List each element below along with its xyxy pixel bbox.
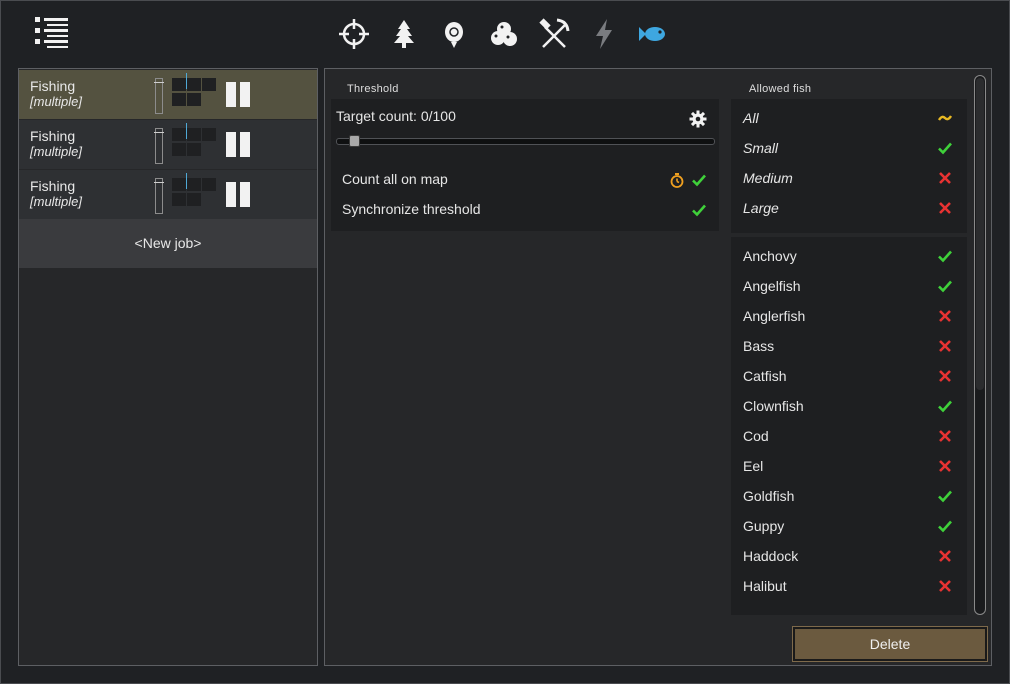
cross-icon[interactable] xyxy=(937,548,953,564)
fish-category-label: All xyxy=(743,110,759,126)
target-count-slider-handle[interactable] xyxy=(349,135,360,147)
fish-category-row[interactable]: Large xyxy=(743,198,959,228)
fish-label: Bass xyxy=(743,338,775,354)
count-all-checkbox[interactable] xyxy=(691,172,707,188)
partial-icon[interactable] xyxy=(937,110,953,126)
synchronize-threshold-checkbox[interactable] xyxy=(691,202,707,218)
fish-label: Haddock xyxy=(743,548,799,564)
delete-button[interactable]: Delete xyxy=(792,626,988,662)
job-list-panel: Fishing [multiple] Fishing [multiple] Fi… xyxy=(18,68,318,666)
fish-category-label: Large xyxy=(743,200,779,216)
tree-icon[interactable] xyxy=(386,14,422,54)
job-title: Fishing xyxy=(30,178,76,194)
check-icon[interactable] xyxy=(937,398,953,414)
fish-label: Guppy xyxy=(743,518,785,534)
job-subtitle: [multiple] xyxy=(30,94,83,109)
target-count-slider[interactable] xyxy=(336,138,715,145)
fish-label: Catfish xyxy=(743,368,787,384)
pickaxe-hammer-icon[interactable] xyxy=(536,14,572,54)
crosshair-icon[interactable] xyxy=(336,14,372,54)
fish-category-row[interactable]: All xyxy=(743,108,959,138)
fish-list-scrollbar[interactable] xyxy=(974,75,986,615)
job-detail-panel: Threshold Allowed fish Target count: 0/1… xyxy=(324,68,992,666)
fish-label: Halibut xyxy=(743,578,787,594)
fish-row[interactable]: Halibut xyxy=(743,576,959,606)
fish-row[interactable]: Anglerfish xyxy=(743,306,959,336)
job-title: Fishing xyxy=(30,128,76,144)
stopwatch-icon[interactable] xyxy=(669,172,685,188)
seed-icon[interactable] xyxy=(436,14,472,54)
job-status-grid xyxy=(172,123,218,158)
threshold-heading: Threshold xyxy=(347,83,399,95)
cross-icon[interactable] xyxy=(937,170,953,186)
cross-icon[interactable] xyxy=(937,308,953,324)
job-list-icon[interactable] xyxy=(34,16,70,52)
fish-category-row[interactable]: Medium xyxy=(743,168,959,198)
job-row[interactable]: Fishing [multiple] xyxy=(19,170,317,219)
job-status-grid xyxy=(172,73,218,108)
pause-button[interactable] xyxy=(226,132,250,157)
cross-icon[interactable] xyxy=(937,200,953,216)
cross-icon[interactable] xyxy=(937,368,953,384)
fish-category-label: Small xyxy=(743,140,779,156)
job-row[interactable]: Fishing [multiple] xyxy=(19,120,317,169)
fish-row[interactable]: Eel xyxy=(743,456,959,486)
fish-row[interactable]: Anchovy xyxy=(743,246,959,276)
count-all-on-map-label: Count all on map xyxy=(342,171,448,187)
job-subtitle: [multiple] xyxy=(30,194,83,209)
cross-icon[interactable] xyxy=(937,578,953,594)
cross-icon[interactable] xyxy=(937,338,953,354)
allowed-fish-heading: Allowed fish xyxy=(749,83,812,95)
lightning-icon[interactable] xyxy=(586,14,622,54)
job-status-grid xyxy=(172,173,218,208)
category-tabs xyxy=(336,14,672,54)
job-title: Fishing xyxy=(30,78,76,94)
threshold-box: Target count: 0/100 Count all on map Syn xyxy=(331,99,719,231)
check-icon[interactable] xyxy=(937,278,953,294)
fish-label: Goldfish xyxy=(743,488,795,504)
fish-category-list: All Small Medium Large xyxy=(731,99,967,233)
target-count-label: Target count: 0/100 xyxy=(336,108,456,124)
fish-species-list: Anchovy Angelfish Anglerfish Bass Catfish Clo… xyxy=(731,237,967,615)
fish-row[interactable]: Guppy xyxy=(743,516,959,546)
fish-row[interactable]: Clownfish xyxy=(743,396,959,426)
fish-label: Cod xyxy=(743,428,769,444)
fish-row[interactable]: Bass xyxy=(743,336,959,366)
check-icon[interactable] xyxy=(937,140,953,156)
synchronize-threshold-label: Synchronize threshold xyxy=(342,201,481,217)
job-row[interactable]: Fishing [multiple] xyxy=(19,70,317,119)
berries-icon[interactable] xyxy=(486,14,522,54)
fish-row[interactable]: Angelfish xyxy=(743,276,959,306)
pause-button[interactable] xyxy=(226,182,250,207)
fish-row[interactable]: Goldfish xyxy=(743,486,959,516)
check-icon[interactable] xyxy=(937,248,953,264)
pause-button[interactable] xyxy=(226,82,250,107)
fish-category-label: Medium xyxy=(743,170,793,186)
fish-category-row[interactable]: Small xyxy=(743,138,959,168)
check-icon[interactable] xyxy=(937,518,953,534)
fish-label: Clownfish xyxy=(743,398,804,414)
job-subtitle: [multiple] xyxy=(30,144,83,159)
check-icon[interactable] xyxy=(937,488,953,504)
cross-icon[interactable] xyxy=(937,458,953,474)
job-priority-slider[interactable] xyxy=(154,78,164,114)
fish-label: Anchovy xyxy=(743,248,797,264)
scrollbar-thumb[interactable] xyxy=(976,78,984,390)
fish-row[interactable]: Cod xyxy=(743,426,959,456)
cross-icon[interactable] xyxy=(937,428,953,444)
fish-icon[interactable] xyxy=(636,14,672,54)
job-priority-slider[interactable] xyxy=(154,128,164,164)
fish-label: Angelfish xyxy=(743,278,801,294)
fish-label: Anglerfish xyxy=(743,308,806,324)
new-job-button[interactable]: <New job> xyxy=(19,219,317,268)
fish-row[interactable]: Haddock xyxy=(743,546,959,576)
fish-label: Eel xyxy=(743,458,764,474)
job-priority-slider[interactable] xyxy=(154,178,164,214)
gear-icon[interactable] xyxy=(689,110,707,128)
fish-row[interactable]: Catfish xyxy=(743,366,959,396)
